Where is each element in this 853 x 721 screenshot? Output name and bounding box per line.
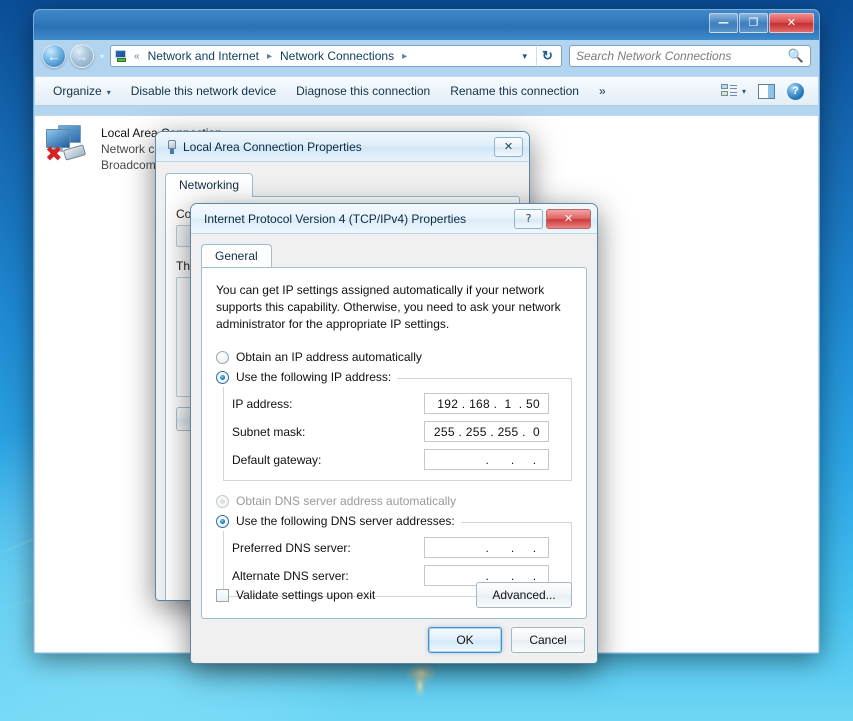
ip-address-label: IP address: <box>232 396 293 411</box>
ip-address-row: IP address: 192 . 168 . 1 . 50 <box>232 393 563 415</box>
search-placeholder: Search Network Connections <box>576 49 732 63</box>
explorer-title-bar[interactable]: — ❐ ✕ <box>34 10 819 40</box>
props-dialog-title: Local Area Connection Properties <box>183 139 362 154</box>
help-button[interactable]: ? <box>514 208 543 229</box>
radio-icon <box>216 350 229 364</box>
subnet-mask-row: Subnet mask: 255 . 255 . 255 . 0 <box>232 421 563 443</box>
help-button[interactable]: ? <box>781 80 810 103</box>
recent-pages-dropdown[interactable]: ▾ <box>98 52 106 61</box>
close-icon: ✕ <box>786 16 797 29</box>
forward-arrow-icon: → <box>75 48 89 64</box>
tcpip-description: You can get IP settings assigned automat… <box>216 283 561 332</box>
diagnose-connection-button[interactable]: Diagnose this connection <box>286 80 440 102</box>
minimize-button[interactable]: — <box>709 13 738 33</box>
minimize-icon: — <box>718 16 729 29</box>
overflow-chevrons-icon[interactable]: « <box>133 51 141 62</box>
advanced-button[interactable]: Advanced... <box>476 582 572 608</box>
chevron-right-icon: ▸ <box>266 50 273 62</box>
preview-pane-button[interactable] <box>752 81 781 102</box>
organize-label: Organize <box>53 84 102 98</box>
disconnected-x-icon: ✖ <box>45 142 63 166</box>
obtain-dns-automatically-option[interactable]: Obtain DNS server address automatically <box>216 491 572 511</box>
tcpip-general-panel: You can get IP settings assigned automat… <box>201 267 587 619</box>
network-connections-icon <box>114 49 129 64</box>
address-bar[interactable]: « Network and Internet ▸ Network Connect… <box>110 45 562 67</box>
obtain-ip-automatically-label: Obtain an IP address automatically <box>236 350 422 365</box>
change-view-button[interactable]: ▾ <box>715 81 752 101</box>
use-following-dns-option[interactable]: Use the following DNS server addresses: <box>216 511 461 532</box>
preferred-dns-label: Preferred DNS server: <box>232 540 351 555</box>
default-gateway-row: Default gateway: . . . <box>232 449 563 471</box>
use-following-ip-label: Use the following IP address: <box>236 370 392 385</box>
cancel-button[interactable]: Cancel <box>511 627 585 653</box>
props-close-button[interactable]: ✕ <box>494 136 523 157</box>
back-arrow-icon: ← <box>47 48 61 64</box>
use-following-ip-option[interactable]: Use the following IP address: <box>216 367 398 388</box>
obtain-ip-automatically-option[interactable]: Obtain an IP address automatically <box>216 347 572 367</box>
ok-button[interactable]: OK <box>428 627 502 653</box>
validate-settings-option[interactable]: Validate settings upon exit <box>216 588 375 602</box>
tcpip-panel-footer: Validate settings upon exit Advanced... <box>216 582 572 608</box>
tcpip-properties-dialog: Internet Protocol Version 4 (TCP/IPv4) P… <box>190 203 598 664</box>
props-title-bar[interactable]: Local Area Connection Properties ✕ <box>156 132 529 162</box>
preview-pane-icon <box>758 83 775 99</box>
radio-icon <box>216 494 229 508</box>
use-following-dns-label: Use the following DNS server addresses: <box>236 514 455 529</box>
close-button[interactable]: ✕ <box>546 208 591 229</box>
change-view-icon <box>720 84 737 98</box>
props-tabstrip: Networking <box>165 172 520 197</box>
tab-general[interactable]: General <box>201 244 272 268</box>
breadcrumb-network-and-internet[interactable]: Network and Internet <box>145 48 262 64</box>
address-dropdown-icon[interactable]: ▾ <box>517 51 532 62</box>
search-icon: 🔍 <box>787 48 804 63</box>
maximize-button[interactable]: ❐ <box>739 13 768 33</box>
radio-icon <box>216 514 229 528</box>
window-controls: — ❐ ✕ <box>709 13 814 33</box>
wallpaper-glow <box>405 662 437 684</box>
default-gateway-input[interactable]: . . . <box>424 449 549 471</box>
toolbar-overflow-button[interactable]: » <box>589 80 616 102</box>
rename-connection-button[interactable]: Rename this connection <box>440 80 589 102</box>
forward-button[interactable]: → <box>70 44 94 68</box>
organize-button[interactable]: Organize ▾ <box>43 80 121 102</box>
checkbox-icon <box>216 588 229 602</box>
preferred-dns-input[interactable]: . . . <box>424 537 549 559</box>
wallpaper-glow <box>414 672 426 698</box>
static-ip-group: IP address: 192 . 168 . 1 . 50 Subnet ma… <box>223 378 572 482</box>
close-button[interactable]: ✕ <box>769 13 814 33</box>
network-adapter-icon: ✖ <box>45 124 93 166</box>
subnet-mask-input[interactable]: 255 . 255 . 255 . 0 <box>424 421 549 443</box>
back-button[interactable]: ← <box>42 44 66 68</box>
network-adapter-icon <box>165 139 179 155</box>
refresh-icon[interactable]: ↻ <box>536 45 558 67</box>
preferred-dns-row: Preferred DNS server: . . . <box>232 537 563 559</box>
default-gateway-label: Default gateway: <box>232 452 322 467</box>
obtain-dns-automatically-label: Obtain DNS server address automatically <box>236 494 457 509</box>
help-icon: ? <box>787 82 804 100</box>
alternate-dns-label: Alternate DNS server: <box>232 568 349 583</box>
navigation-bar: ← → ▾ « Network and Internet ▸ Network C… <box>42 40 811 72</box>
chevron-down-icon: ▾ <box>741 86 746 96</box>
chevron-right-icon: ▸ <box>402 50 408 62</box>
tcpip-dialog-actions: OK Cancel <box>428 627 585 653</box>
tab-networking[interactable]: Networking <box>165 173 254 197</box>
chevron-down-icon: ▾ <box>106 88 111 97</box>
command-toolbar: Organize ▾ Disable this network device Di… <box>35 76 818 106</box>
subnet-mask-label: Subnet mask: <box>232 424 306 439</box>
tcpip-tabstrip: General <box>201 243 587 268</box>
ip-address-input[interactable]: 192 . 168 . 1 . 50 <box>424 393 549 415</box>
maximize-icon: ❐ <box>748 16 759 29</box>
radio-icon <box>216 370 229 384</box>
breadcrumb-network-connections[interactable]: Network Connections <box>277 48 397 64</box>
disable-device-button[interactable]: Disable this network device <box>121 80 286 102</box>
search-input[interactable]: Search Network Connections 🔍 <box>569 45 811 67</box>
validate-settings-label: Validate settings upon exit <box>236 588 376 602</box>
tcpip-title-bar[interactable]: Internet Protocol Version 4 (TCP/IPv4) P… <box>191 204 597 234</box>
tcpip-dialog-title: Internet Protocol Version 4 (TCP/IPv4) P… <box>204 211 467 226</box>
